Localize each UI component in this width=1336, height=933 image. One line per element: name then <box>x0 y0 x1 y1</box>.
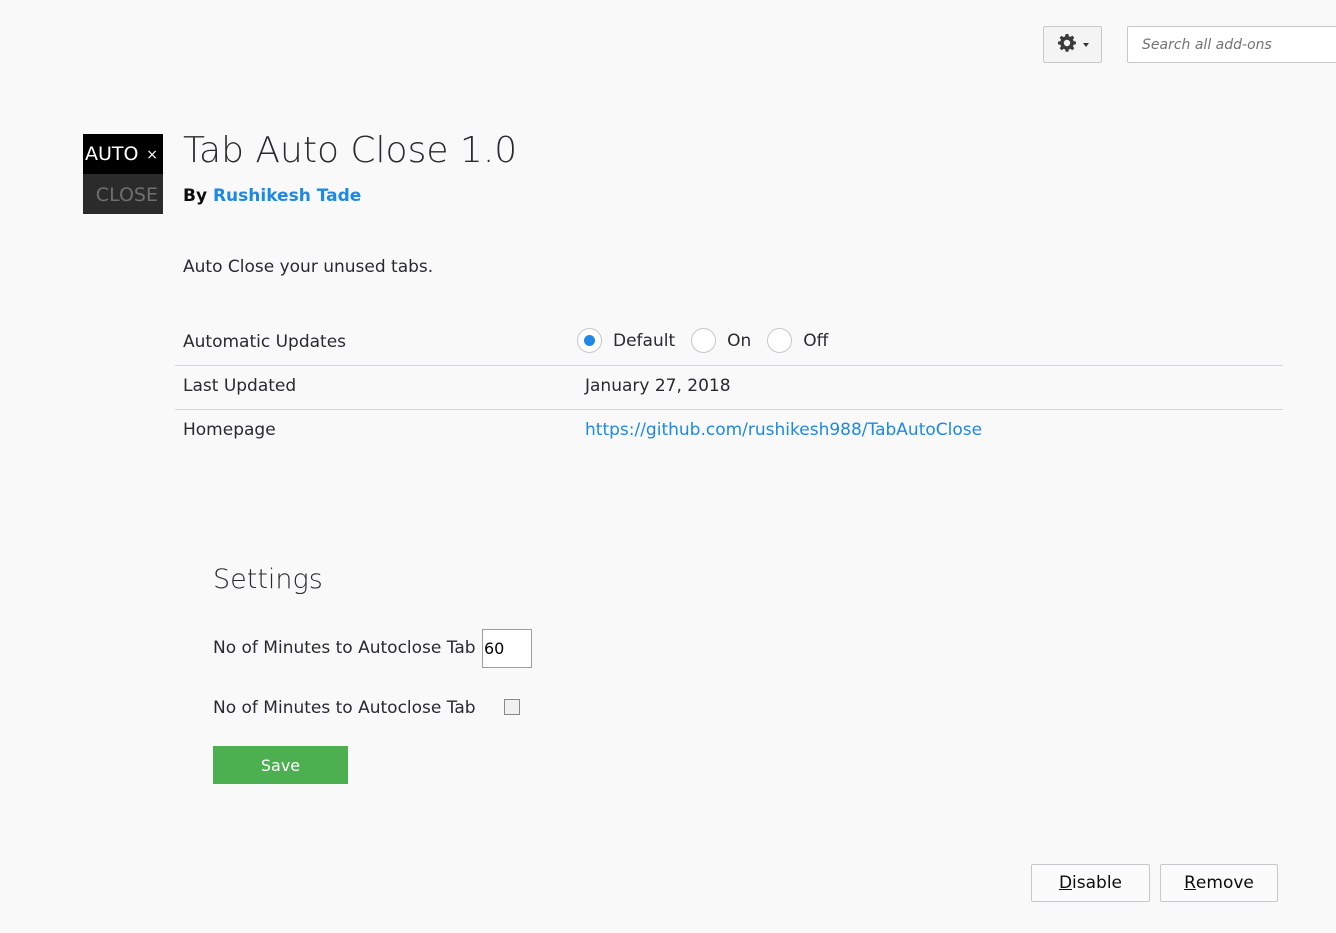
automatic-updates-radio-group: Default On Off <box>577 328 844 353</box>
homepage-link[interactable]: https://github.com/rushikesh988/TabAutoC… <box>585 420 982 440</box>
radio-on[interactable]: On <box>691 328 751 353</box>
last-updated-label: Last Updated <box>183 376 297 396</box>
homepage-row: Homepage https://github.com/rushikesh988… <box>175 410 1283 454</box>
author-line: By Rushikesh Tade <box>183 186 361 206</box>
radio-default-indicator[interactable] <box>577 328 602 353</box>
addon-icon-bottom-text: CLOSE <box>83 174 163 214</box>
last-updated-row: Last Updated January 27, 2018 <box>175 366 1283 410</box>
chevron-down-icon <box>1082 42 1089 47</box>
remove-button[interactable]: Remove <box>1160 864 1278 902</box>
tools-menu-button[interactable] <box>1043 26 1102 63</box>
disable-button[interactable]: Disable <box>1031 864 1150 902</box>
search-input[interactable] <box>1127 26 1336 63</box>
author-link[interactable]: Rushikesh Tade <box>213 186 361 206</box>
autoclose-checkbox[interactable] <box>504 699 520 715</box>
last-updated-value: January 27, 2018 <box>585 376 731 396</box>
addon-title: Tab Auto Close 1.0 <box>183 130 518 171</box>
save-button[interactable]: Save <box>213 746 348 784</box>
by-label: By <box>183 186 208 206</box>
homepage-label: Homepage <box>183 420 276 440</box>
radio-off-label: Off <box>803 330 829 351</box>
radio-off-indicator[interactable] <box>767 328 793 353</box>
close-icon: × <box>146 147 158 163</box>
automatic-updates-row: Automatic Updates Default On Off <box>175 322 1283 366</box>
minutes-input[interactable] <box>482 629 532 668</box>
remove-label-rest: emove <box>1195 873 1254 893</box>
radio-default[interactable]: Default <box>577 328 675 353</box>
disable-label-rest: isable <box>1072 873 1123 893</box>
settings-title: Settings <box>213 564 323 595</box>
addon-icon: AUTO × CLOSE <box>83 134 163 214</box>
remove-accesskey: R <box>1184 873 1196 893</box>
disable-accesskey: D <box>1058 873 1073 893</box>
addon-description: Auto Close your unused tabs. <box>183 257 434 277</box>
radio-off[interactable]: Off <box>767 328 828 353</box>
radio-on-label: On <box>727 330 752 351</box>
automatic-updates-label: Automatic Updates <box>183 332 347 352</box>
radio-on-indicator[interactable] <box>691 328 717 353</box>
gear-icon <box>1057 33 1077 57</box>
addon-icon-top-text: AUTO <box>85 143 139 165</box>
checkbox-label: No of Minutes to Autoclose Tab <box>213 698 476 718</box>
radio-default-label: Default <box>613 330 676 351</box>
minutes-label: No of Minutes to Autoclose Tab <box>213 638 476 658</box>
